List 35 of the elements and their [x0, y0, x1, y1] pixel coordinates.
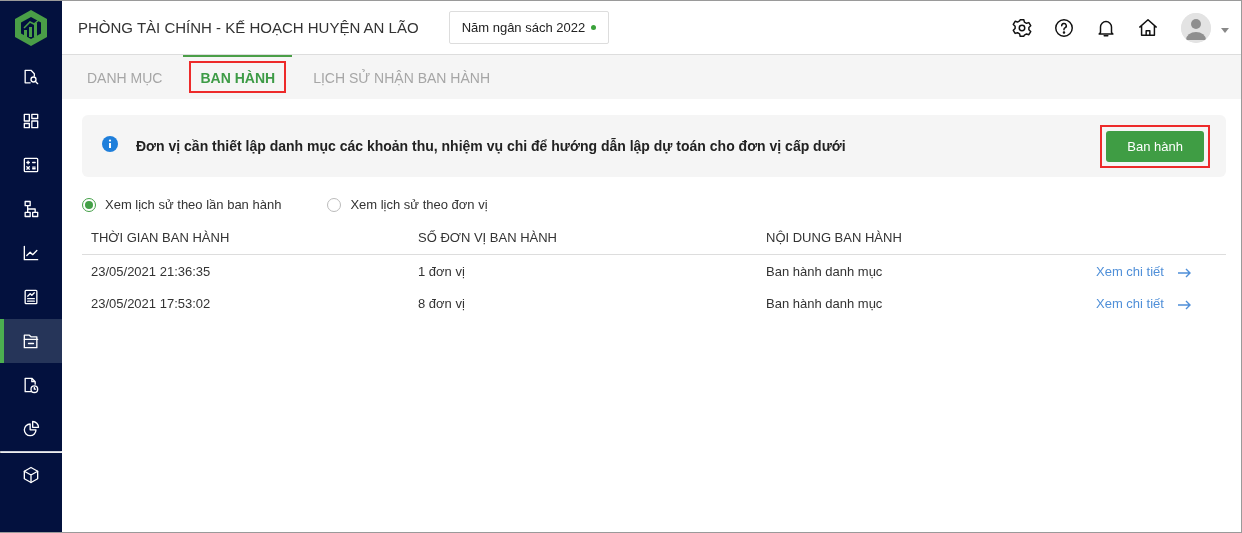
radio-label[interactable]: Xem lịch sử theo lần ban hành	[105, 197, 282, 212]
status-dot	[591, 25, 597, 30]
info-message: Đơn vị cần thiết lập danh mục các khoản thu, nhiệm vụ chi để hướng dẫn lập dự toán cho đơn vị cấp dưới	[136, 138, 847, 154]
view-details-link[interactable]: Xem chi tiết	[1096, 296, 1164, 311]
tab[interactable]: DANH MỤC	[70, 55, 180, 99]
pie-chart-icon	[21, 419, 41, 439]
arrow-right-icon[interactable]	[1177, 299, 1192, 310]
view-details-link[interactable]: Xem chi tiết	[1096, 264, 1164, 279]
line-chart-icon	[21, 243, 41, 263]
radio-button[interactable]	[327, 197, 342, 212]
radio-label[interactable]: Xem lịch sử theo đơn vị	[350, 197, 488, 212]
organization-title: PHÒNG TÀI CHÍNH - KẾ HOẠCH HUYỆN AN LÃO	[78, 19, 419, 36]
calculator-icon	[21, 155, 41, 175]
column-header: THỜI GIAN BAN HÀNH	[82, 222, 409, 255]
tab[interactable]: LỊCH SỬ NHẬN BAN HÀNH	[296, 55, 507, 99]
table-cell-text: 23/05/2021 17:53:02	[90, 295, 212, 313]
sidebar-item[interactable]	[0, 319, 62, 363]
settings-icon[interactable]	[1011, 16, 1033, 39]
info-icon	[102, 136, 118, 152]
table-cell-text: 8 đơn vị	[417, 295, 466, 313]
table-cell: 23/05/2021 21:36:35	[82, 254, 409, 287]
column-header: SỐ ĐƠN VỊ BAN HÀNH	[409, 222, 757, 255]
table-cell-text: Ban hành danh mục	[765, 295, 884, 313]
dashboard-icon	[21, 111, 41, 131]
arrow-right-icon[interactable]	[1177, 267, 1192, 278]
table-cell: Ban hành danh mục	[757, 254, 1087, 287]
column-header: NỘI DUNG BAN HÀNH	[757, 222, 1087, 255]
table-cell: 1 đơn vị	[409, 254, 757, 287]
budget-year-selector[interactable]: Năm ngân sách 2022	[448, 11, 610, 44]
radio-button[interactable]	[82, 197, 96, 212]
cube-icon	[21, 465, 41, 485]
caret-icon[interactable]	[1221, 27, 1229, 33]
help-icon[interactable]	[1053, 16, 1075, 39]
publish-button[interactable]: Ban hành	[1106, 130, 1204, 162]
home-icon[interactable]	[1137, 16, 1159, 39]
